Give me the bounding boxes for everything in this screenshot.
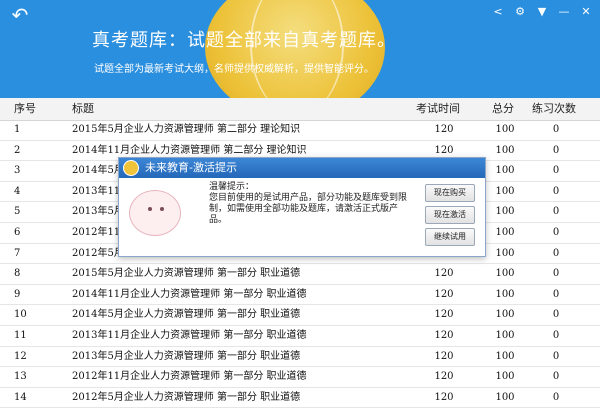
row-number: 1 xyxy=(14,124,21,135)
row-total-score: 100 xyxy=(495,206,515,218)
column-header-total-score[interactable]: 总分 xyxy=(492,98,514,120)
table-row[interactable]: 9 2014年11月企业人力资源管理师 第一部分 职业道德 120 100 0 xyxy=(0,285,600,306)
table-row[interactable]: 11 2013年11月企业人力资源管理师 第一部分 职业道德 120 100 0 xyxy=(0,326,600,347)
table-header: 序号 标题 考试时间 总分 练习次数 xyxy=(0,98,600,121)
row-number: 2 xyxy=(14,144,21,156)
row-exam-time: 120 xyxy=(434,350,454,362)
row-title: 2013年11 xyxy=(72,185,121,197)
mascot-image xyxy=(129,190,181,236)
row-exam-time: 120 xyxy=(434,371,454,383)
row-practice-count: 0 xyxy=(552,371,560,383)
row-title: 2012年11 xyxy=(72,226,121,238)
row-total-score: 100 xyxy=(495,329,515,341)
row-total-score: 100 xyxy=(495,391,515,403)
row-total-score: 100 xyxy=(495,144,515,156)
row-practice-count: 0 xyxy=(552,226,560,238)
back-arrow-icon[interactable]: ↶ xyxy=(6,4,34,26)
row-exam-time: 120 xyxy=(434,391,454,403)
row-number: 14 xyxy=(14,391,27,403)
column-header-exam-time[interactable]: 考试时间 xyxy=(416,98,460,120)
minimize-icon[interactable]: — xyxy=(554,3,574,21)
row-practice-count: 0 xyxy=(552,350,560,362)
row-practice-count: 0 xyxy=(552,268,560,280)
page-title: 真考题库：试题全部来自真考题库。 xyxy=(92,30,396,51)
row-number: 3 xyxy=(14,165,21,177)
row-practice-count: 0 xyxy=(552,124,560,135)
column-header-number[interactable]: 序号 xyxy=(14,98,36,120)
row-total-score: 100 xyxy=(495,165,515,177)
row-practice-count: 0 xyxy=(552,165,560,177)
row-title: 2014年5月企业人力资源管理师 第一部分 职业道德 xyxy=(72,309,301,321)
column-header-title[interactable]: 标题 xyxy=(72,98,94,120)
activation-dialog: 未来教育-激活提示 温馨提示： 您目前使用的是试用产品，部分功能及题库受到限制，… xyxy=(118,157,486,257)
share-icon[interactable]: < xyxy=(488,3,508,21)
row-total-score: 100 xyxy=(495,371,515,383)
page-subtitle: 试题全部为最新考试大纲，名师提供权威解析，提供智能评分。 xyxy=(94,64,374,75)
row-number: 13 xyxy=(14,371,27,383)
window-controls: < ⚙ ▼ — ✕ xyxy=(488,3,596,21)
row-practice-count: 0 xyxy=(552,329,560,341)
row-total-score: 100 xyxy=(495,288,515,300)
header-banner: ↶ 真考题库：试题全部来自真考题库。 试题全部为最新考试大纲，名师提供权威解析，… xyxy=(0,0,600,98)
row-exam-time: 120 xyxy=(434,288,454,300)
row-number: 5 xyxy=(14,206,21,218)
settings-icon[interactable]: ⚙ xyxy=(510,3,530,21)
row-number: 8 xyxy=(14,268,21,280)
row-practice-count: 0 xyxy=(552,247,560,259)
row-total-score: 100 xyxy=(495,268,515,280)
table-row[interactable]: 10 2014年5月企业人力资源管理师 第一部分 职业道德 120 100 0 xyxy=(0,305,600,326)
row-number: 11 xyxy=(14,329,27,341)
row-title: 2015年5月企业人力资源管理师 第二部分 理论知识 xyxy=(72,124,301,135)
activate-now-button[interactable]: 现在激活 xyxy=(425,206,475,224)
row-number: 10 xyxy=(14,309,27,321)
dialog-title-bar[interactable]: 未来教育-激活提示 xyxy=(119,158,485,178)
app-logo-icon xyxy=(123,160,139,176)
row-number: 12 xyxy=(14,350,27,362)
row-title: 2013年5月 xyxy=(72,206,124,218)
dialog-title: 未来教育-激活提示 xyxy=(145,161,237,174)
row-practice-count: 0 xyxy=(552,391,560,403)
row-number: 9 xyxy=(14,288,21,300)
skin-icon[interactable]: ▼ xyxy=(532,3,552,21)
row-total-score: 100 xyxy=(495,350,515,362)
row-number: 7 xyxy=(14,247,21,259)
row-exam-time: 120 xyxy=(434,268,454,280)
row-number: 6 xyxy=(14,226,21,238)
row-title: 2012年5月企业人力资源管理师 第一部分 职业道德 xyxy=(72,391,301,403)
row-title: 2013年11月企业人力资源管理师 第一部分 职业道德 xyxy=(72,329,307,341)
continue-trial-button[interactable]: 继续试用 xyxy=(425,228,475,246)
row-title: 2015年5月企业人力资源管理师 第一部分 职业道德 xyxy=(72,268,301,280)
dialog-message: 温馨提示： 您目前使用的是试用产品，部分功能及题库受到限制，如需使用全部功能及题… xyxy=(209,182,408,225)
row-exam-time: 120 xyxy=(434,124,454,135)
row-number: 4 xyxy=(14,185,21,197)
column-header-practice-count[interactable]: 练习次数 xyxy=(532,98,576,120)
row-total-score: 100 xyxy=(495,124,515,135)
table-row[interactable]: 14 2012年5月企业人力资源管理师 第一部分 职业道德 120 100 0 xyxy=(0,388,600,408)
row-title: 2012年11月企业人力资源管理师 第一部分 职业道德 xyxy=(72,371,307,383)
row-exam-time: 120 xyxy=(434,309,454,321)
row-title: 2013年5月企业人力资源管理师 第一部分 职业道德 xyxy=(72,350,301,362)
table-row[interactable]: 8 2015年5月企业人力资源管理师 第一部分 职业道德 120 100 0 xyxy=(0,264,600,285)
row-exam-time: 120 xyxy=(434,329,454,341)
row-total-score: 100 xyxy=(495,226,515,238)
table-row[interactable]: 13 2012年11月企业人力资源管理师 第一部分 职业道德 120 100 0 xyxy=(0,367,600,388)
row-practice-count: 0 xyxy=(552,288,560,300)
row-practice-count: 0 xyxy=(552,206,560,218)
row-title: 2014年5月 xyxy=(72,165,124,177)
row-practice-count: 0 xyxy=(552,309,560,321)
row-practice-count: 0 xyxy=(552,185,560,197)
buy-now-button[interactable]: 现在购买 xyxy=(425,184,475,202)
row-practice-count: 0 xyxy=(552,144,560,156)
row-total-score: 100 xyxy=(495,247,515,259)
table-row[interactable]: 1 2015年5月企业人力资源管理师 第二部分 理论知识 120 100 0 xyxy=(0,120,600,141)
row-title: 2014年11月企业人力资源管理师 第一部分 职业道德 xyxy=(72,288,307,300)
close-icon[interactable]: ✕ xyxy=(576,3,596,21)
row-total-score: 100 xyxy=(495,185,515,197)
table-row[interactable]: 12 2013年5月企业人力资源管理师 第一部分 职业道德 120 100 0 xyxy=(0,347,600,368)
row-total-score: 100 xyxy=(495,309,515,321)
